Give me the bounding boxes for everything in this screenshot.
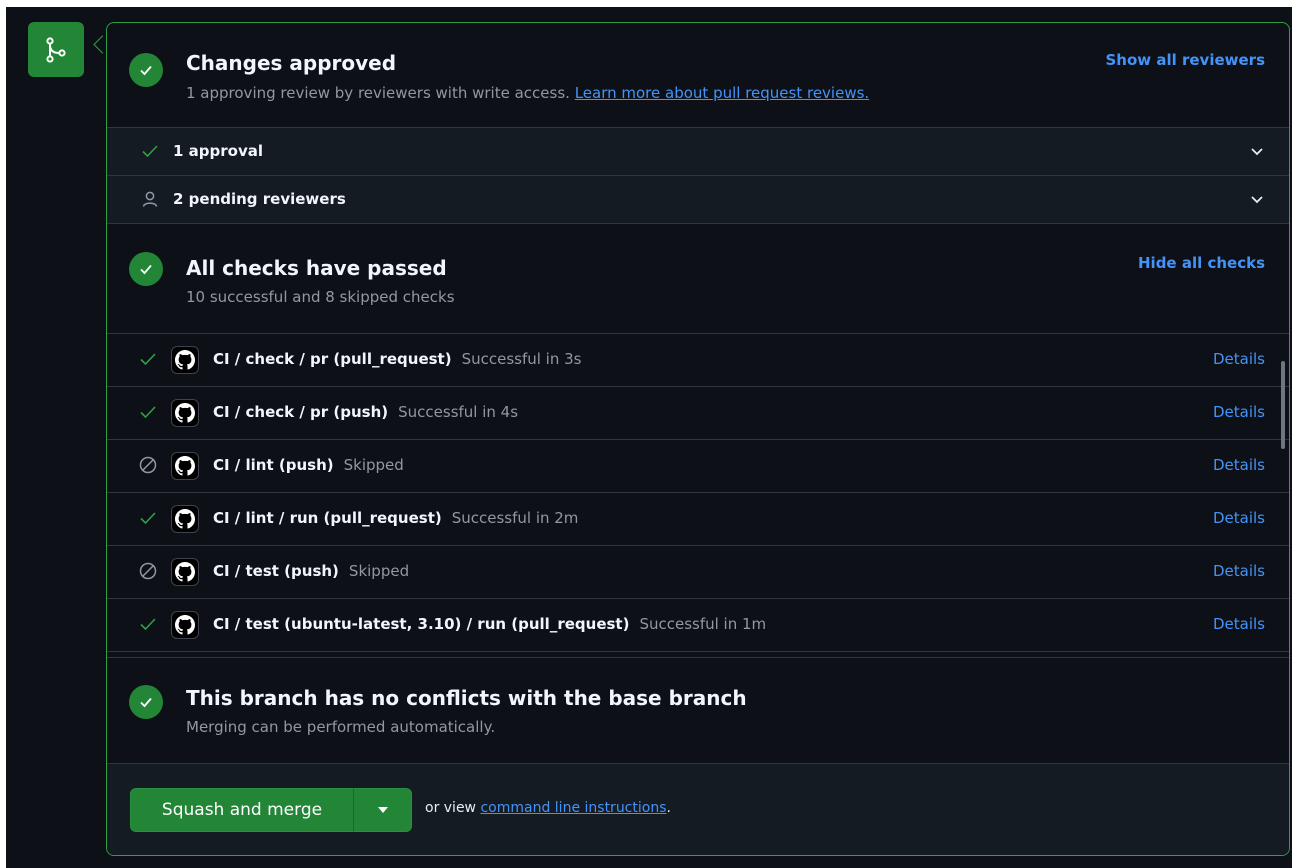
check-icon xyxy=(140,353,156,366)
check-name: CI / check / pr (pull_request) Successful… xyxy=(213,350,581,368)
checks-subtitle: 10 successful and 8 skipped checks xyxy=(186,288,455,306)
skip-icon xyxy=(139,562,157,580)
check-row: CI / test (ubuntu-latest, 3.10) / run (p… xyxy=(107,598,1289,651)
check-details-link[interactable]: Details xyxy=(1213,509,1265,527)
check-details-link[interactable]: Details xyxy=(1213,456,1265,474)
pending-reviewers-label: 2 pending reviewers xyxy=(173,190,346,208)
check-name: CI / lint (push) Skipped xyxy=(213,456,404,474)
checks-passed-icon xyxy=(129,252,163,286)
check-details-link[interactable]: Details xyxy=(1213,562,1265,580)
check-name-text: CI / test (ubuntu-latest, 3.10) / run (p… xyxy=(213,615,630,633)
check-row: CI / check / pr (pull_request) Successful… xyxy=(107,333,1289,386)
show-all-reviewers-link[interactable]: Show all reviewers xyxy=(1105,51,1265,69)
check-name: CI / check / pr (push) Successful in 4s xyxy=(213,403,518,421)
github-icon xyxy=(171,399,199,427)
section-divider xyxy=(107,651,1289,652)
check-name: CI / test (push) Skipped xyxy=(213,562,409,580)
check-details-link[interactable]: Details xyxy=(1213,615,1265,633)
approval-subtitle-text: 1 approving review by reviewers with wri… xyxy=(186,84,570,102)
command-line-hint: or view command line instructions. xyxy=(425,800,671,816)
check-name-text: CI / lint / run (pull_request) xyxy=(213,509,442,527)
squash-and-merge-button[interactable]: Squash and merge xyxy=(130,788,354,832)
check-name-text: CI / test (push) xyxy=(213,562,339,580)
learn-more-reviews-link[interactable]: Learn more about pull request reviews. xyxy=(575,84,869,102)
check-row: CI / check / pr (push) Successful in 4s De… xyxy=(107,386,1289,439)
check-row: CI / test (push) Skipped Details xyxy=(107,545,1289,598)
approval-subtitle: 1 approving review by reviewers with wri… xyxy=(186,84,869,102)
conflicts-title: This branch has no conflicts with the ba… xyxy=(186,686,747,710)
check-status-text: Successful in 2m xyxy=(451,509,579,527)
checks-title: All checks have passed xyxy=(186,256,447,280)
check-status-text: Skipped xyxy=(348,562,410,580)
section-divider xyxy=(107,223,1289,224)
hide-all-checks-link[interactable]: Hide all checks xyxy=(1138,254,1265,272)
check-status-text: Successful in 4s xyxy=(398,403,519,421)
github-icon xyxy=(171,558,199,586)
pending-reviewers-row[interactable]: 2 pending reviewers xyxy=(107,175,1289,223)
github-icon xyxy=(171,346,199,374)
check-details-link[interactable]: Details xyxy=(1213,350,1265,368)
check-icon xyxy=(140,512,156,525)
approvals-row[interactable]: 1 approval xyxy=(107,127,1289,175)
merge-options-dropdown[interactable] xyxy=(354,788,412,832)
github-icon xyxy=(171,452,199,480)
check-status-text: Successful in 1m xyxy=(639,615,767,633)
check-name: CI / test (ubuntu-latest, 3.10) / run (p… xyxy=(213,615,766,633)
checks-scrollbar[interactable] xyxy=(1281,361,1285,449)
approval-title: Changes approved xyxy=(186,51,397,75)
chevron-down-icon xyxy=(1251,148,1263,156)
merge-box: Changes approved 1 approving review by r… xyxy=(106,22,1290,856)
check-details-link[interactable]: Details xyxy=(1213,403,1265,421)
check-status-text: Successful in 3s xyxy=(461,350,582,368)
check-row: CI / lint / run (pull_request) Successful… xyxy=(107,492,1289,545)
section-divider xyxy=(107,657,1289,658)
conflicts-subtitle: Merging can be performed automatically. xyxy=(186,718,496,736)
check-row: CI / lint (push) Skipped Details xyxy=(107,439,1289,492)
command-line-instructions-link[interactable]: command line instructions xyxy=(480,800,666,816)
or-view-text: or view xyxy=(425,800,477,816)
check-name-text: CI / check / pr (pull_request) xyxy=(213,350,452,368)
github-icon xyxy=(171,611,199,639)
triangle-down-icon xyxy=(377,807,388,813)
period-text: . xyxy=(666,800,671,816)
check-name: CI / lint / run (pull_request) Successful… xyxy=(213,509,578,527)
no-conflicts-icon xyxy=(129,685,163,719)
approved-check-icon xyxy=(129,53,163,87)
git-merge-icon xyxy=(28,22,84,77)
chevron-down-icon xyxy=(1251,196,1263,204)
check-name-text: CI / check / pr (push) xyxy=(213,403,389,421)
check-icon xyxy=(140,406,156,419)
github-icon xyxy=(171,505,199,533)
skip-icon xyxy=(139,456,157,474)
check-status-text: Skipped xyxy=(343,456,404,474)
approvals-label: 1 approval xyxy=(173,142,263,160)
check-icon xyxy=(142,145,158,158)
check-icon xyxy=(140,618,156,631)
check-name-text: CI / lint (push) xyxy=(213,456,334,474)
person-icon xyxy=(142,191,158,207)
